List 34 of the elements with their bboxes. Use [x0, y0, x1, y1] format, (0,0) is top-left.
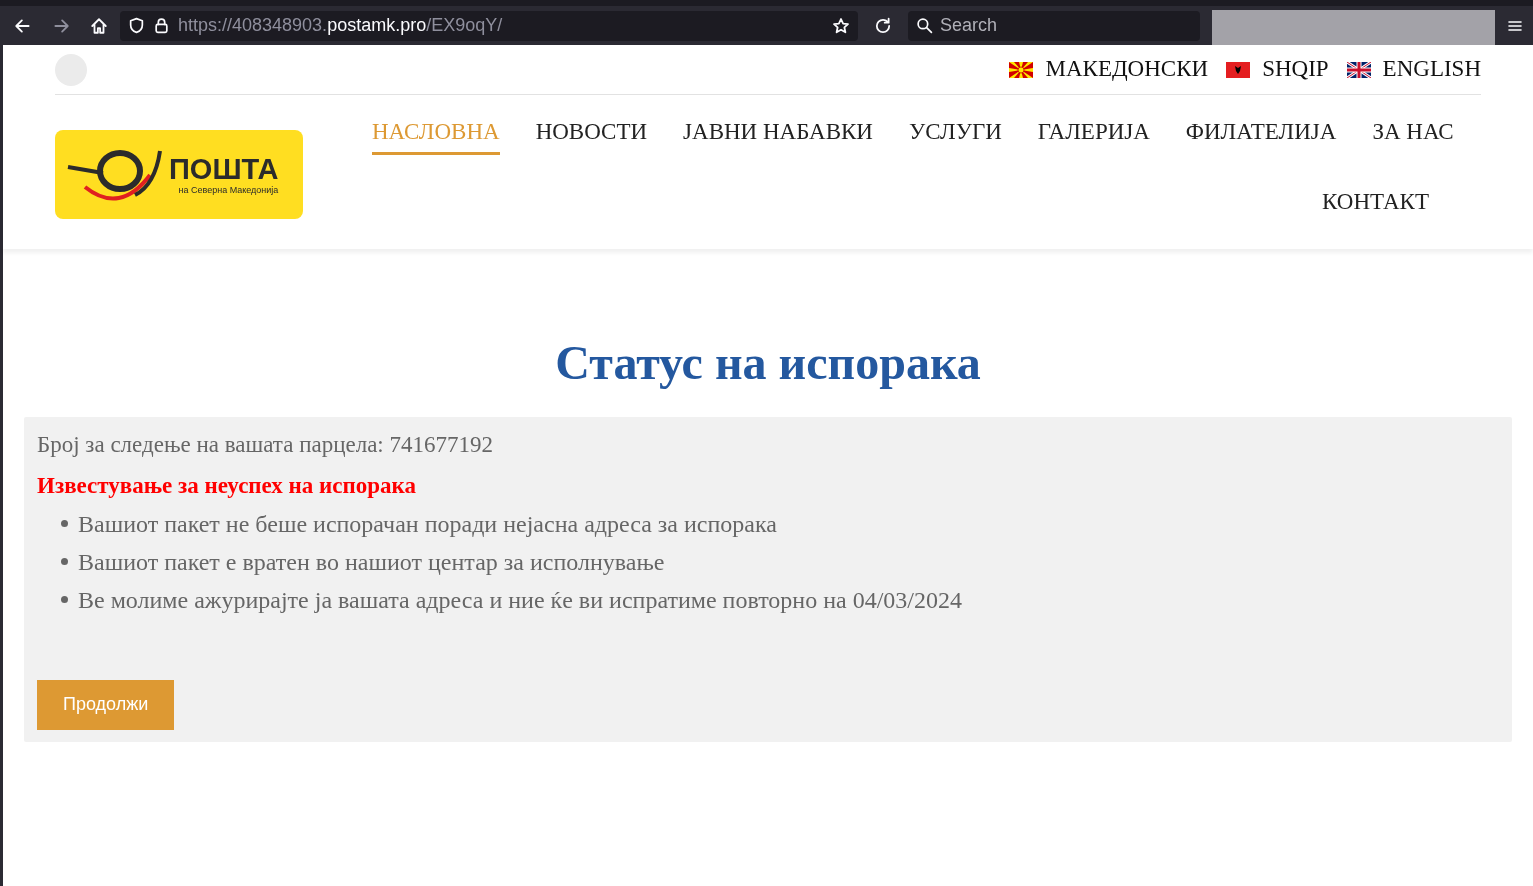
bullet-icon — [61, 596, 68, 603]
flag-icon — [1226, 61, 1251, 78]
bullet-icon — [61, 520, 68, 527]
alert-heading: Известување за неуспех на испорака — [37, 471, 416, 500]
search-icon — [916, 16, 933, 34]
logo-name: ПОШТА — [169, 153, 279, 184]
tracking-number-text: Број за следење на вашата парцела: 741677192 — [37, 430, 493, 459]
bullet-icon — [61, 558, 68, 565]
list-item-text: Ве молиме ажурирајте ја вашата адреса и ние ќе ви испратиме повторно на 04/03/2024 — [78, 585, 962, 615]
nav-link[interactable]: КОНТАКТ — [1322, 185, 1429, 225]
url-field[interactable]: https://408348903.postamk.pro/EX9oqY/ — [120, 10, 858, 41]
nav-link[interactable]: ЈАВНИ НАБАВКИ — [683, 115, 873, 155]
nav-link[interactable]: ЗА НАС — [1372, 115, 1454, 155]
list-item-text: Вашиот пакет е вратен во нашиот центар за исполнување — [78, 547, 665, 577]
home-icon[interactable] — [90, 16, 108, 35]
shield-icon[interactable] — [128, 17, 145, 34]
bookmark-star-icon[interactable] — [832, 16, 850, 35]
language-link[interactable]: ENGLISH — [1346, 52, 1481, 87]
flag-icon — [1009, 61, 1034, 78]
language-link[interactable]: МАКЕДОНСКИ — [1009, 52, 1209, 87]
nav-link[interactable]: ГАЛЕРИЈА — [1037, 115, 1150, 155]
lock-icon[interactable] — [153, 17, 170, 34]
page-title: Статус на испорака — [554, 334, 982, 391]
logo[interactable]: ПОШТА на Северна Македонија — [55, 130, 303, 219]
nav-link[interactable]: УСЛУГИ — [909, 115, 1002, 155]
logo-subtitle: на Северна Македонија — [178, 183, 279, 196]
language-link[interactable]: SHQIP — [1226, 52, 1329, 87]
reload-icon[interactable] — [874, 16, 892, 35]
nav-link[interactable]: НОВОСТИ — [535, 115, 648, 155]
search-field[interactable]: Search — [908, 10, 1200, 41]
flag-icon — [1346, 61, 1371, 78]
url-text: https://408348903.postamk.pro/EX9oqY/ — [178, 14, 503, 37]
list-item-text: Вашиот пакет не беше испорачан поради нејасна адреса за испорака — [78, 509, 777, 539]
nav-link[interactable]: ФИЛАТЕЛИЈА — [1185, 115, 1337, 155]
